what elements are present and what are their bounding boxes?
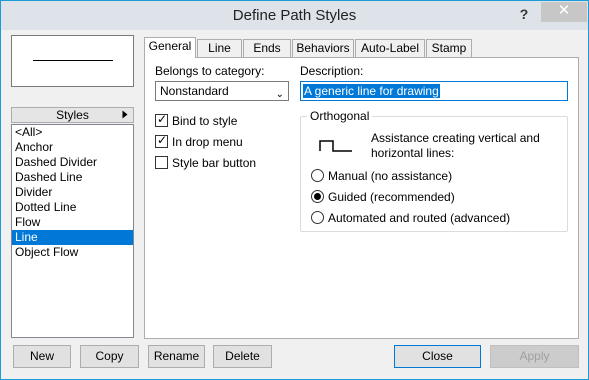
styles-header-button[interactable]: Styles (11, 107, 134, 123)
checkbox-box: ✓ (155, 112, 168, 127)
category-label: Belongs to category: (155, 64, 265, 78)
tab-behaviors[interactable]: Behaviors (292, 39, 354, 57)
style-bar-button-checkbox[interactable]: Style bar button (155, 155, 295, 171)
tab-stamp[interactable]: Stamp (426, 39, 472, 57)
tab-line[interactable]: Line (197, 39, 242, 57)
bind-to-style-checkbox[interactable]: ✓ Bind to style (155, 112, 295, 129)
checkmark-icon: ✓ (157, 112, 168, 126)
bind-to-style-label: Bind to style (172, 114, 238, 128)
description-label: Description: (300, 64, 364, 78)
description-value: A generic line for drawing (303, 84, 440, 98)
checkbox-box (155, 156, 168, 169)
window-title: Define Path Styles (232, 7, 357, 24)
chevron-right-icon (122, 110, 128, 119)
radio-circle (311, 211, 324, 224)
radio-dot (314, 193, 321, 200)
style-bar-button-label: Style bar button (172, 156, 257, 170)
tab-ends[interactable]: Ends (243, 39, 291, 57)
description-input[interactable]: A generic line for drawing (300, 81, 568, 101)
radio-manual[interactable]: Manual (no assistance) (311, 168, 561, 184)
list-item[interactable]: Object Flow (12, 245, 133, 260)
new-button[interactable]: New (13, 345, 71, 368)
list-item[interactable]: Divider (12, 185, 133, 200)
list-item[interactable]: Dotted Line (12, 200, 133, 215)
in-drop-menu-checkbox[interactable]: ✓ In drop menu (155, 133, 295, 150)
tab-auto-label[interactable]: Auto-Label (355, 39, 425, 57)
checkbox-box: ✓ (155, 133, 168, 148)
style-preview (11, 35, 134, 87)
help-button[interactable]: ? (513, 4, 535, 24)
checkmark-icon: ✓ (157, 133, 168, 147)
rename-button[interactable]: Rename (148, 345, 205, 368)
list-item[interactable]: Dashed Divider (12, 155, 133, 170)
radio-guided-label: Guided (recommended) (328, 190, 455, 204)
in-drop-menu-label: In drop menu (172, 135, 243, 149)
apply-button[interactable]: Apply (490, 345, 579, 368)
title-bar[interactable]: Define Path Styles ? ✕ (1, 1, 588, 30)
radio-guided[interactable]: Guided (recommended) (311, 189, 561, 205)
delete-button[interactable]: Delete (213, 345, 272, 368)
orthogonal-line-icon (319, 140, 352, 152)
copy-button[interactable]: Copy (80, 345, 139, 368)
list-item[interactable]: Anchor (12, 140, 133, 155)
radio-automated-label: Automated and routed (advanced) (328, 211, 511, 225)
category-select[interactable]: Nonstandard ⌄ (155, 81, 289, 101)
list-item[interactable]: Dashed Line (12, 170, 133, 185)
chevron-down-icon: ⌄ (275, 89, 284, 100)
list-item[interactable]: <All> (12, 125, 133, 140)
radio-manual-label: Manual (no assistance) (328, 169, 453, 183)
dialog-window: Define Path Styles ? ✕ Styles <All> Ancho… (0, 0, 589, 380)
list-item[interactable]: Flow (12, 215, 133, 230)
radio-circle (311, 169, 324, 182)
styles-list[interactable]: <All> Anchor Dashed Divider Dashed Line Divi… (11, 124, 134, 338)
orthogonal-group: Orthogonal Assistance creating vertical … (300, 109, 568, 232)
close-window-button[interactable]: ✕ (541, 2, 587, 22)
close-button[interactable]: Close (394, 345, 481, 368)
orthogonal-description: Assistance creating vertical and horizon… (371, 131, 540, 160)
list-item[interactable]: Line (12, 230, 133, 245)
radio-automated[interactable]: Automated and routed (advanced) (311, 210, 561, 226)
tab-general[interactable]: General (144, 37, 196, 58)
orthogonal-title: Orthogonal (307, 109, 373, 123)
preview-line (33, 60, 113, 61)
general-panel: Belongs to category: Nonstandard ⌄ Descr… (144, 57, 579, 339)
radio-circle (311, 190, 324, 203)
category-value: Nonstandard (160, 84, 229, 98)
styles-header-label: Styles (56, 108, 89, 122)
